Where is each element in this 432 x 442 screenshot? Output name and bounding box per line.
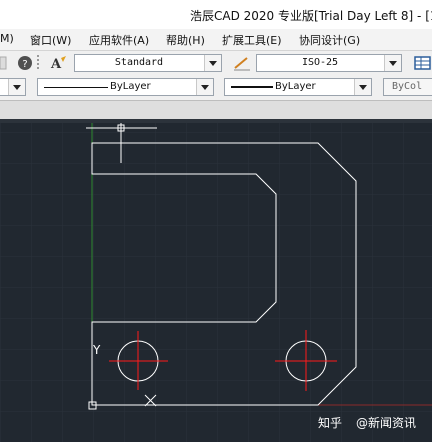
dimension-style-icon[interactable] <box>233 55 251 71</box>
text-style-icon[interactable]: A <box>50 54 68 72</box>
ucs-y-label: Y <box>92 343 101 357</box>
title-bar: 浩辰CAD 2020 专业版[Trial Day Left 8] - [1 <box>0 0 432 30</box>
styles-toolbar: ? A Standard ISO-25 <box>0 51 432 76</box>
text-style-select[interactable]: Standard <box>74 54 222 72</box>
menu-item-help[interactable]: 帮助(H) <box>166 32 205 48</box>
chevron-down-icon[interactable] <box>204 55 221 71</box>
text-style-value: Standard <box>114 57 164 68</box>
grid <box>0 123 432 442</box>
menu-bar: M) 窗口(W) 应用软件(A) 帮助(H) 扩展工具(E) 协同设计(G) <box>0 29 432 51</box>
chevron-down-icon[interactable] <box>196 79 213 95</box>
svg-text:?: ? <box>22 59 27 70</box>
menu-item-extension-tools[interactable]: 扩展工具(E) <box>222 32 282 48</box>
watermark-brand: 知乎 <box>318 416 343 430</box>
linetype-select[interactable]: ByLayer <box>37 78 214 96</box>
chevron-down-icon[interactable] <box>8 79 25 95</box>
window-title: 浩辰CAD 2020 专业版[Trial Day Left 8] - [1 <box>190 9 432 23</box>
properties-toolbar: ByLayer ByLayer ByCol <box>0 75 432 101</box>
help-icon[interactable]: ? <box>17 55 33 71</box>
dimension-style-select[interactable]: ISO-25 <box>256 54 402 72</box>
lineweight-preview <box>231 86 273 88</box>
drawing-canvas[interactable]: Y <box>0 123 432 442</box>
tab-strip <box>0 101 432 119</box>
lineweight-value: ByLayer <box>275 81 316 92</box>
linetype-value: ByLayer <box>110 81 151 92</box>
menu-item-collaborative-design[interactable]: 协同设计(G) <box>299 32 360 48</box>
toolbar-grip-icon[interactable] <box>36 54 42 72</box>
menu-item-applications[interactable]: 应用软件(A) <box>89 32 149 48</box>
svg-text:A: A <box>50 57 62 72</box>
dimension-style-value: ISO-25 <box>301 57 339 68</box>
watermark-handle: @新闻资讯 <box>356 416 417 430</box>
menu-item-window[interactable]: 窗口(W) <box>30 32 71 48</box>
chevron-down-icon[interactable] <box>384 55 401 71</box>
lineweight-select[interactable]: ByLayer <box>224 78 372 96</box>
table-style-icon[interactable] <box>413 55 432 71</box>
menu-item-modify[interactable]: M) <box>0 32 14 45</box>
plot-style-value: ByCol <box>392 81 423 92</box>
toolbar-edge-icon <box>0 56 7 70</box>
chevron-down-icon[interactable] <box>354 79 371 95</box>
color-select[interactable] <box>0 78 26 96</box>
linetype-preview <box>44 87 108 88</box>
plot-style-select[interactable]: ByCol <box>383 78 432 96</box>
